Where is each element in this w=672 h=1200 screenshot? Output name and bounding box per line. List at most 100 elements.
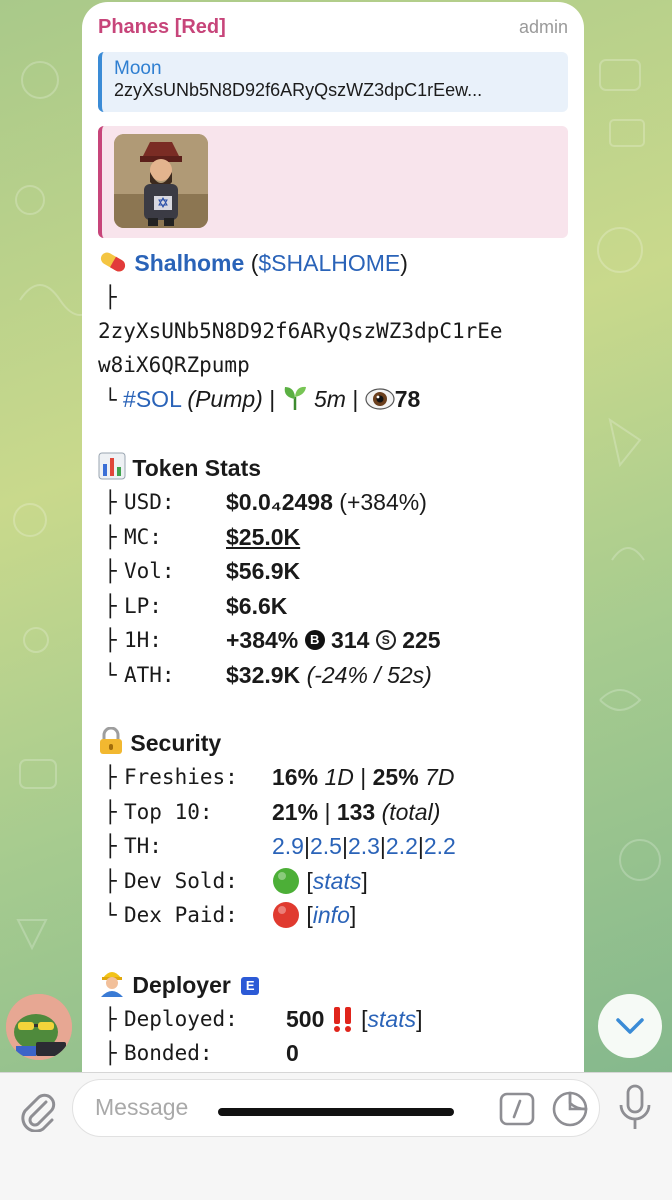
token-stats-header: Token Stats <box>98 451 568 485</box>
chain-hashtag[interactable]: #SOL <box>123 386 181 412</box>
deployed-count: 500 <box>286 1005 325 1032</box>
sender-name[interactable]: Phanes [Red] <box>98 16 226 39</box>
deployer-row-bonded: ├ Bonded: 0 <box>104 1036 568 1071</box>
contract-address-line2[interactable]: w8iX6QRZpump <box>98 348 568 382</box>
tree-branch: ├ <box>104 765 117 790</box>
home-indicator <box>218 1108 454 1116</box>
dev-sold-stats-link[interactable]: stats <box>313 864 362 898</box>
deployer-badge-icon: E <box>241 976 260 995</box>
token-image-thumbnail[interactable] <box>114 134 208 228</box>
tree-branch: ├ <box>104 593 117 618</box>
holders-total-label: (total) <box>381 798 441 825</box>
token-title-line: Shalhome ($SHALHOME) <box>98 246 568 280</box>
security-title: Security <box>130 730 222 756</box>
buys-count: 314 <box>331 627 370 654</box>
tree-branch: ├ <box>104 834 117 859</box>
worker-icon <box>98 967 126 997</box>
deployer-header: Deployer E <box>98 967 568 1002</box>
red-circle-icon <box>272 901 300 929</box>
freshies-1d-period: 1D <box>324 764 354 791</box>
tree-end: └ <box>104 903 117 928</box>
microphone-icon <box>619 1084 651 1129</box>
ticker-link[interactable]: $SHALHOME <box>258 250 400 276</box>
tree-end: └ <box>104 388 117 412</box>
tree-branch: ├ <box>104 524 117 549</box>
scroll-to-bottom-button[interactable] <box>598 994 662 1058</box>
security-row-dev-sold: ├ Dev Sold: [stats] <box>104 864 568 899</box>
stat-row-1h: ├ 1H: +384% B 314 S 225 <box>104 623 568 658</box>
views-count: 78 <box>394 386 421 412</box>
reply-text: 2zyXsUNb5N8D92f6ARyQszWZ3dpC1rEew... <box>114 80 483 100</box>
sender-avatar[interactable] <box>6 994 72 1060</box>
deployer-title: Deployer <box>132 971 231 998</box>
security-label: TH: <box>124 834 162 859</box>
sells-icon: S <box>375 630 396 651</box>
stat-value: +384% <box>226 627 299 654</box>
contract-address-line1[interactable]: 2zyXsUNb5N8D92f6ARyQszWZ3dpC1rEe <box>98 314 568 348</box>
stat-label: ATH: <box>124 662 175 687</box>
stat-value: $6.6K <box>226 592 288 619</box>
security-row-th: ├ TH: 2.9 | 2.5 | 2.3 | 2.2 | 2.2 <box>104 829 568 864</box>
stat-row-mc: ├ MC: $25.0K <box>104 520 568 555</box>
market-cap-link[interactable]: $25.0K <box>226 520 300 554</box>
freshies-1d-value: 16% <box>272 764 319 791</box>
token-name-link[interactable]: Shalhome <box>134 250 244 276</box>
stat-label: MC: <box>124 524 162 549</box>
bracket-close: ] <box>416 1005 423 1032</box>
bonded-count: 0 <box>286 1040 299 1067</box>
voice-message-button[interactable] <box>614 1083 656 1133</box>
stat-label: LP: <box>124 593 162 618</box>
token-stats-title: Token Stats <box>132 455 262 481</box>
message-bubble[interactable]: Phanes [Red] admin Moon 2zyXsUNb5N8D92f6… <box>82 2 584 1072</box>
security-header: Security <box>98 726 568 760</box>
security-row-freshies: ├ Freshies: 16% 1D | 25% 7D <box>104 760 568 795</box>
separator: | <box>324 798 331 825</box>
holder-link[interactable]: 2.2 <box>424 829 456 863</box>
tree-branch: ├ <box>104 559 117 584</box>
paperclip-icon <box>21 1093 56 1132</box>
seedling-icon <box>282 385 308 411</box>
bot-commands-button[interactable] <box>499 1092 535 1126</box>
tree-branch: ├ <box>104 1006 117 1031</box>
dex-paid-info-link[interactable]: info <box>313 898 350 932</box>
platform-label: (Pump) <box>187 386 263 412</box>
holder-link[interactable]: 2.9 <box>272 829 304 863</box>
stat-label: 1H: <box>124 628 162 653</box>
top10-percent: 21% <box>272 798 319 825</box>
sticker-button[interactable] <box>551 1090 589 1128</box>
sells-count: 225 <box>402 627 441 654</box>
tree-branch: ├ <box>104 628 117 653</box>
stat-label: USD: <box>124 490 175 515</box>
bracket-close: ] <box>349 902 357 929</box>
stat-extra: (+384%) <box>339 489 427 516</box>
holder-link[interactable]: 2.5 <box>310 829 342 863</box>
freshies-7d-value: 25% <box>372 764 419 791</box>
stat-row-ath: └ ATH: $32.9K (-24% / 52s) <box>104 658 568 693</box>
stat-value: $56.9K <box>226 558 301 585</box>
holder-link[interactable]: 2.2 <box>386 829 418 863</box>
bar-chart-icon <box>98 452 126 480</box>
deployer-stats-link[interactable]: stats <box>368 1002 417 1036</box>
tree-branch: ├ <box>104 868 117 893</box>
tree-end: └ <box>104 662 117 687</box>
green-circle-icon <box>272 867 300 895</box>
chevron-down-icon <box>616 1018 644 1034</box>
media-block <box>98 126 568 238</box>
eye-icon <box>365 387 395 411</box>
stat-row-usd: ├ USD: $0.0₄2498 (+384%) <box>104 485 568 520</box>
token-meta-line: └ #SOL (Pump) | 5m | 78 <box>98 382 568 417</box>
stat-extra: (-24% / 52s) <box>306 661 432 688</box>
holder-link[interactable]: 2.3 <box>348 829 380 863</box>
double-exclamation-icon <box>331 1006 355 1032</box>
stat-row-lp: ├ LP: $6.6K <box>104 589 568 624</box>
stat-label: Vol: <box>124 559 175 584</box>
lock-icon <box>98 727 124 755</box>
deployer-row-deployed: ├ Deployed: 500 [stats] <box>104 1002 568 1037</box>
reply-preview[interactable]: Moon 2zyXsUNb5N8D92f6ARyQszWZ3dpC1rEew..… <box>98 52 568 112</box>
stat-row-vol: ├ Vol: $56.9K <box>104 554 568 589</box>
tree-branch: ├ <box>104 490 117 515</box>
attach-button[interactable] <box>16 1087 58 1133</box>
deployer-label: Deployed: <box>124 1006 238 1031</box>
stat-value: $0.0₄2498 <box>226 489 333 516</box>
security-label: Freshies: <box>124 765 238 790</box>
